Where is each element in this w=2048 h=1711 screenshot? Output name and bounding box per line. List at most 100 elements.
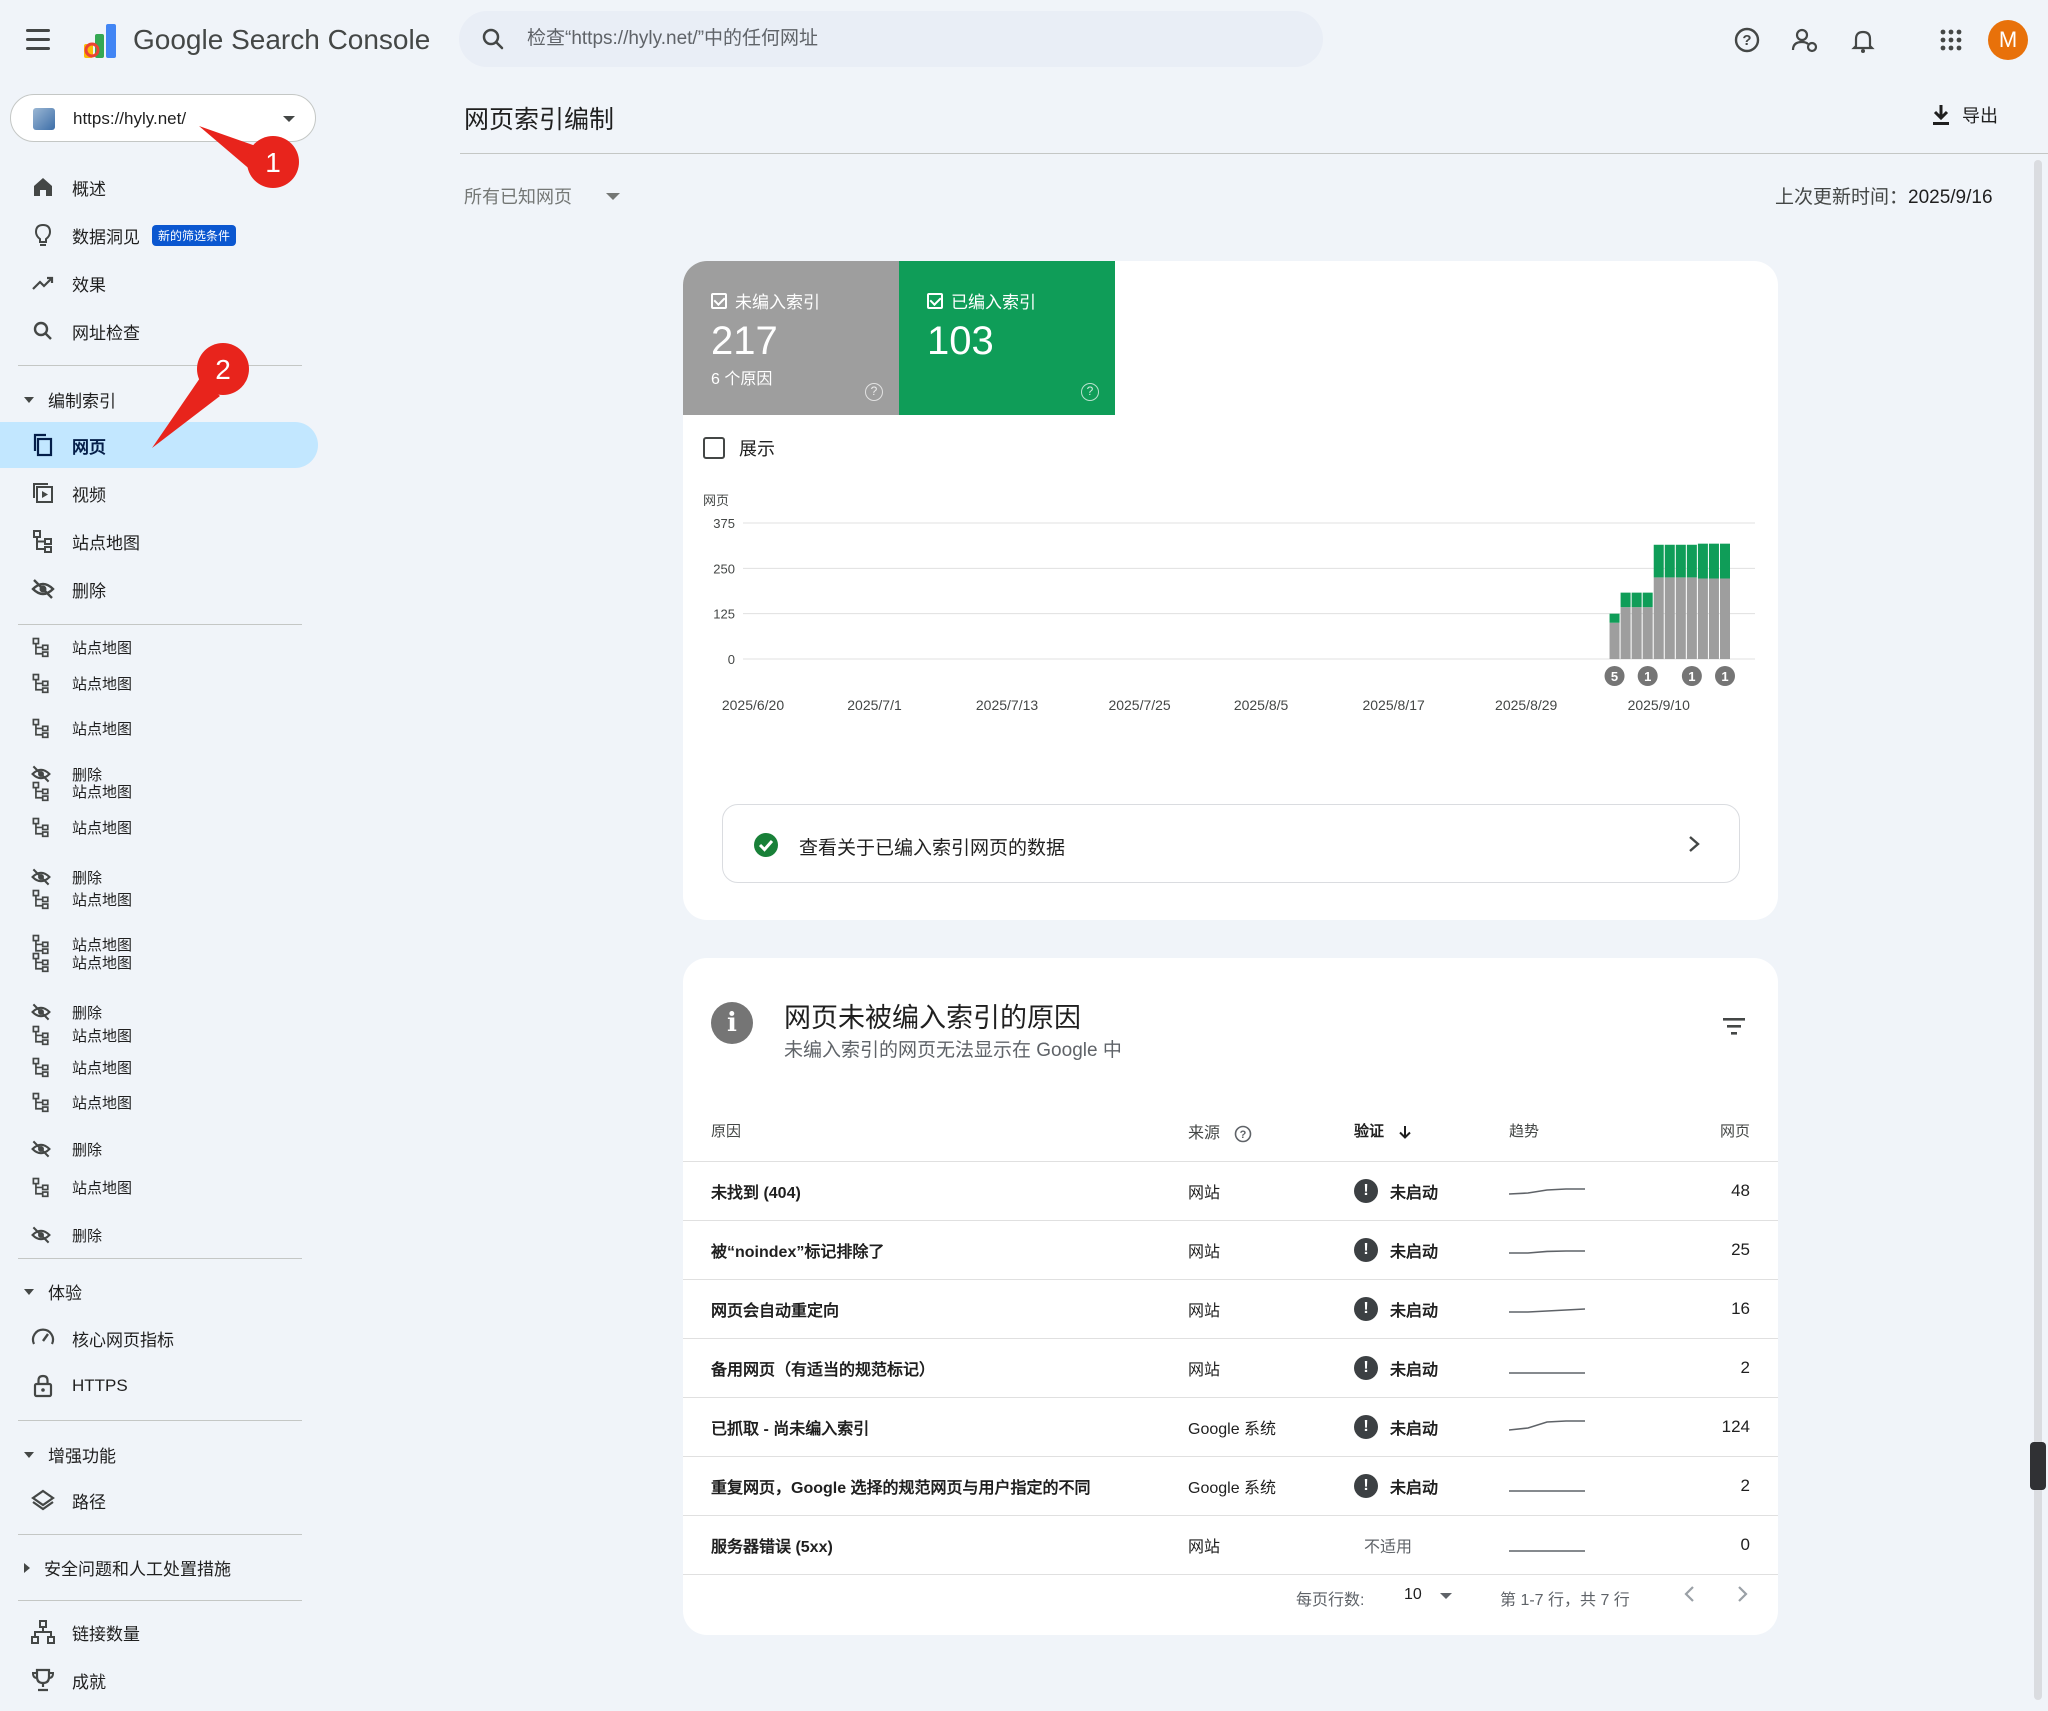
help-icon[interactable]: ? — [1081, 383, 1099, 401]
annotation-marker-2: 2 — [152, 343, 249, 448]
sitemap-icon — [32, 952, 49, 973]
sidebar-item-removals[interactable]: 删除 — [0, 566, 318, 612]
ghost-sidebar-label: 站点地图 — [72, 1059, 133, 1077]
table-row[interactable]: 备用网页（有适当的规范标记） 网站! 未启动 2 — [683, 1338, 1778, 1398]
col-reason[interactable]: 原因 — [683, 1101, 1188, 1162]
not-indexed-tile[interactable]: 未编入索引 217 6 个原因 ? — [683, 261, 899, 415]
sidebar-item-achievements[interactable]: 成就 — [0, 1657, 318, 1703]
sidebar-section-experience[interactable]: 体验 — [24, 1279, 82, 1304]
sidebar-item-performance[interactable]: 效果 — [0, 260, 318, 306]
notifications-icon[interactable] — [1847, 24, 1879, 56]
apps-grid-icon[interactable] — [1935, 24, 1967, 56]
chevron-down-icon[interactable] — [1440, 1593, 1452, 1599]
col-validation[interactable]: 验证 — [1354, 1101, 1509, 1162]
search-input[interactable] — [527, 21, 1287, 57]
bar-indexed — [1664, 544, 1675, 578]
search-icon — [33, 321, 52, 340]
next-page-icon[interactable] — [1730, 1582, 1754, 1606]
reason-cell: 重复网页，Google 选择的规范网页与用户指定的不同 — [683, 1456, 1188, 1516]
table-row[interactable]: 重复网页，Google 选择的规范网页与用户指定的不同 Google 系统! 未启动… — [683, 1456, 1778, 1516]
sparkline-path — [1508, 1188, 1585, 1195]
col-source[interactable]: 来源 ? — [1188, 1101, 1354, 1162]
table-row[interactable]: 未找到 (404) 网站! 未启动 48 — [683, 1161, 1778, 1221]
indexed-tile[interactable]: 已编入索引 103 ? — [899, 261, 1115, 415]
caret-down-icon — [24, 1288, 34, 1295]
ghost-sidebar-item: 删除 — [30, 1138, 102, 1160]
pagination-range: 第 1-7 行，共 7 行 — [1500, 1592, 1630, 1609]
users-settings-icon[interactable] — [1789, 24, 1821, 56]
sidebar-section-security[interactable]: 安全问题和人工处置措施 — [24, 1555, 231, 1580]
pages-count-cell: 25 — [1659, 1220, 1778, 1280]
x-tick-label: 2025/6/20 — [722, 697, 784, 713]
sidebar-item-breadcrumbs[interactable]: 路径 — [0, 1477, 318, 1523]
col-pages[interactable]: 网页 — [1659, 1101, 1778, 1162]
reason-cell: 已抓取 - 尚未编入索引 — [683, 1397, 1188, 1457]
table-row[interactable]: 服务器错误 (5xx) 网站 不适用 0 — [683, 1515, 1778, 1575]
sparkline-path — [1509, 1250, 1585, 1254]
source-cell: 网站 — [1188, 1338, 1354, 1398]
view-indexed-data-link[interactable]: 查看关于已编入索引网页的数据 — [722, 804, 1740, 883]
new-filters-badge: 新的筛选条件 — [152, 224, 237, 246]
help-icon[interactable]: ? — [865, 383, 883, 401]
pages-count-cell: 16 — [1659, 1279, 1778, 1339]
page-filter-dropdown[interactable]: 所有已知网页 — [464, 183, 620, 209]
chart-event-label: 1 — [1688, 669, 1695, 684]
svg-text:?: ? — [1742, 32, 1751, 49]
page-title: 网页索引编制 — [464, 106, 615, 134]
ghost-sidebar-label: 站点地图 — [72, 1027, 133, 1045]
sitemap-icon — [32, 637, 49, 658]
checkbox-checked-icon — [711, 292, 727, 309]
source-cell: Google 系统 — [1188, 1397, 1354, 1457]
validation-cell: ! 未启动 — [1354, 1338, 1509, 1398]
reasons-title: 网页未被编入索引的原因 — [784, 1003, 1081, 1033]
bar-indexed — [1686, 544, 1697, 578]
ghost-sidebar-label: 站点地图 — [72, 783, 133, 801]
layers-icon — [31, 1489, 55, 1511]
sidebar-item-https[interactable]: HTTPS — [0, 1363, 318, 1409]
sidebar-section-enhancements[interactable]: 增强功能 — [24, 1442, 116, 1467]
table-row[interactable]: 已抓取 - 尚未编入索引 Google 系统! 未启动 124 — [683, 1397, 1778, 1457]
sidebar-item-links[interactable]: 链接数量 — [0, 1609, 318, 1655]
trend-sparkline — [1509, 1308, 1586, 1313]
scrollbar-thumb[interactable] — [2030, 1442, 2046, 1490]
validation-cell: 不适用 — [1354, 1515, 1509, 1575]
show-impressions-checkbox[interactable]: 展示 — [703, 435, 775, 461]
source-cell: Google 系统 — [1188, 1456, 1354, 1516]
help-icon[interactable]: ? — [1234, 1125, 1252, 1143]
indexed-count: 103 — [927, 319, 994, 363]
validation-cell: ! 未启动 — [1354, 1456, 1509, 1516]
sidebar-item-core-web-vitals[interactable]: 核心网页指标 — [0, 1315, 318, 1361]
table-row[interactable]: 网页会自动重定向 网站! 未启动 16 — [683, 1279, 1778, 1339]
sitemap-icon — [32, 889, 49, 910]
x-tick-label: 2025/9/10 — [1628, 697, 1690, 713]
bar-indexed — [1697, 543, 1708, 579]
reason-cell: 备用网页（有适当的规范标记） — [683, 1338, 1188, 1398]
sidebar-item-insights[interactable]: 数据洞见 新的筛选条件 — [0, 212, 318, 258]
bar-not-indexed — [1675, 577, 1686, 659]
previous-page-icon[interactable] — [1678, 1582, 1702, 1606]
bar-not-indexed — [1664, 577, 1675, 659]
chevron-down-icon — [606, 192, 620, 200]
arrow-down-icon — [1399, 1126, 1411, 1140]
ghost-sidebar-label: 删除 — [72, 869, 103, 887]
filter-list-icon[interactable] — [1721, 1016, 1747, 1036]
sidebar-section-indexing[interactable]: 编制索引 — [24, 387, 116, 412]
url-inspection-search[interactable] — [459, 11, 1323, 67]
ghost-sidebar-label: 站点地图 — [72, 1094, 133, 1112]
table-row[interactable]: 被“noindex”标记排除了 网站! 未启动 25 — [683, 1220, 1778, 1280]
rows-per-page-select[interactable]: 10 — [1404, 1586, 1422, 1604]
bar-indexed — [1631, 592, 1642, 608]
help-icon[interactable]: ? — [1731, 24, 1763, 56]
index-summary-card: 未编入索引 217 6 个原因 ? 已编入索引 103 ? 展示 网页 0 125 2… — [683, 261, 1778, 920]
export-button[interactable]: 导出 — [1930, 102, 1998, 128]
sidebar-item-sitemaps[interactable]: 站点地图 — [0, 518, 318, 564]
sidebar-item-videos[interactable]: 视频 — [0, 470, 318, 516]
caret-down-icon — [24, 396, 34, 403]
ghost-sidebar-item: 站点地图 — [30, 717, 132, 739]
table-pagination: 每页行数: 10 第 1-7 行，共 7 行 — [683, 1578, 1778, 1618]
x-tick-label: 2025/8/17 — [1362, 697, 1424, 713]
account-avatar[interactable]: M — [1988, 20, 2028, 60]
main-menu-button[interactable] — [26, 22, 60, 56]
y-tick-label: 250 — [713, 561, 735, 576]
trend-cell — [1509, 1338, 1659, 1398]
